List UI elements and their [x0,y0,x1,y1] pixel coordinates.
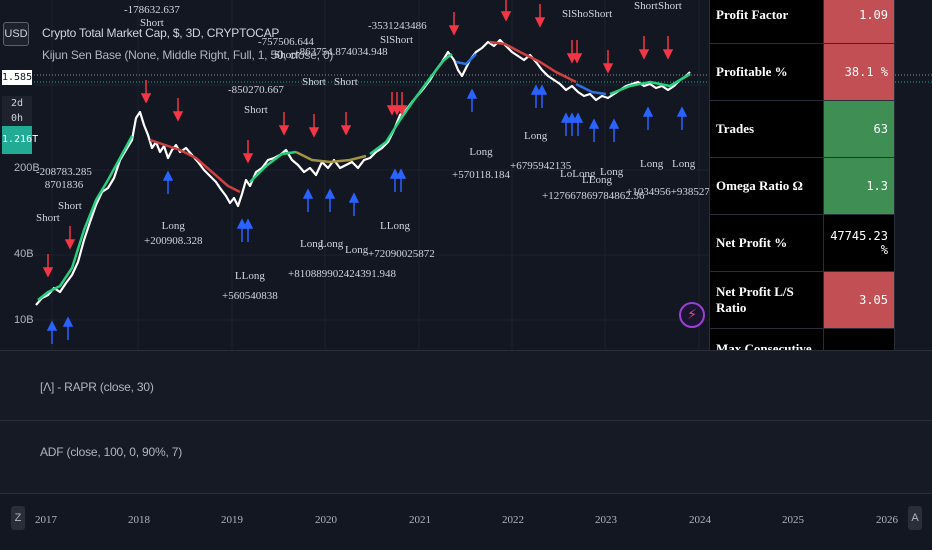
stats-row: Profitable % 38.1 % [708,43,895,101]
trade-label: SlShoShort [562,8,613,20]
x-tick: 2023 [595,514,617,526]
rapr-label[interactable]: [Λ] - RAPR (close, 30) [40,380,154,394]
trade-label: SlShort [380,34,414,46]
time-axis[interactable]: Z 2017 2018 2019 2020 2021 2022 2023 202… [0,493,932,550]
kijun-blue-1 [455,53,477,66]
x-tick: 2025 [782,514,804,526]
short-annotation: -850270.667 Short [228,84,284,117]
price-scale[interactable]: USD 1.585T 2d 0h 1.216T 200B 40B 10B [0,0,40,350]
last-price-tag: 1.585T [2,70,39,85]
trade-label: Long [672,158,696,170]
stats-row: Net Profit L/S Ratio 3.05 [708,271,895,329]
trade-value: -850270.667 [228,84,284,96]
trade-value: 8701836 [44,179,84,191]
trade-value: -178632.637 [124,4,180,16]
stats-value: 47745.23 % [823,214,895,272]
zoom-button[interactable]: Z [11,506,25,530]
trade-value: -863754.874034.948 [296,46,388,58]
stats-row: Profit Factor 1.09 [708,0,895,44]
trade-value: -208783.285 [36,166,92,178]
trade-label: Long [161,220,185,232]
x-tick: 2021 [409,514,431,526]
stats-row: Omega Ratio Ω 1.3 [708,157,895,215]
trade-value: +200908.328 [144,235,203,247]
stats-value: 1.09 [823,0,895,44]
strategy-stats-table: Profit Factor 1.09 Profitable % 38.1 % Trade… [708,0,895,350]
long-annotation: Long +570118.184 [452,146,510,182]
auto-scale-button[interactable]: A [908,506,922,530]
x-tick: 2022 [502,514,524,526]
adf-pane[interactable]: ADF (close, 100, 0, 90%, 7) [0,420,932,493]
stats-label: Net Profit % [708,214,825,272]
lightning-icon[interactable]: ⚡ [679,302,705,328]
trade-label: Short [634,0,658,12]
y-tick: 40B [14,248,34,260]
main-chart-pane[interactable]: USD 1.585T 2d 0h 1.216T 200B 40B 10B Cry… [0,0,932,350]
trade-label: Long [524,130,548,142]
stats-value: 3.05 [823,271,895,329]
bar-countdown-tag: 2d 0h [2,96,32,126]
kijun-green-3 [369,53,453,155]
long-annotation: Long +200908.328 [144,220,202,248]
trade-value: +560540838 [222,290,278,302]
trade-label: Short [244,104,268,116]
stats-label: Omega Ratio Ω [708,157,825,215]
trade-label: Long [640,158,664,170]
stats-label: Net Profit L/S Ratio [708,271,825,329]
x-tick: 2019 [221,514,243,526]
trade-label: Short [36,212,60,224]
long-annotation: LLong +560540838 [222,270,278,303]
trade-label: LLong [380,220,410,232]
short-annotation: -208783.285 8701836 [36,166,92,192]
stats-label: Profitable % [708,43,825,101]
trade-label: Long [469,146,493,158]
trade-value: -3531243486 [368,20,427,32]
stats-row: Max Consecutive Wins3 [708,328,895,350]
short-annotation: -178632.637 Short [124,4,180,30]
stats-label: Max Consecutive Wins [708,328,825,350]
trade-value: +570118.184 [452,169,511,181]
trade-label: Short [302,76,326,88]
currency-button[interactable]: USD [3,22,29,46]
rapr-pane[interactable]: [Λ] - RAPR (close, 30) [0,350,932,420]
x-tick: 2018 [128,514,150,526]
x-tick: 2017 [35,514,57,526]
trade-label: Short [58,200,82,212]
x-tick: 2026 [876,514,898,526]
x-tick: 2024 [689,514,711,526]
trade-label: Short [658,0,682,12]
stats-value: 1.3 [823,157,895,215]
trade-label: Long [345,244,369,256]
stats-label: Profit Factor [708,0,825,44]
x-tick: 2020 [315,514,337,526]
trade-label: LLong [234,270,265,282]
kijun-red-2 [489,40,577,84]
stats-value: 38.1 % [823,43,895,101]
trade-value: +72090025872 [368,248,435,260]
kijun-olive [295,150,367,164]
kijun-price-tag: 1.216T [2,126,38,154]
trade-label: Short [334,76,358,88]
stats-label: Trades [708,100,825,158]
trade-label: Long [600,166,624,178]
stats-value: 3 [823,328,895,350]
stats-value: 63 [823,100,895,158]
stats-row: Trades 63 [708,100,895,158]
stats-row: Net Profit % 47745.23 % [708,214,895,272]
adf-label[interactable]: ADF (close, 100, 0, 90%, 7) [40,445,182,459]
trade-value: +810889902424391.948 [288,268,396,280]
trade-label: Short [140,17,164,29]
trade-label: Long [320,238,344,250]
y-tick: 10B [14,314,34,326]
